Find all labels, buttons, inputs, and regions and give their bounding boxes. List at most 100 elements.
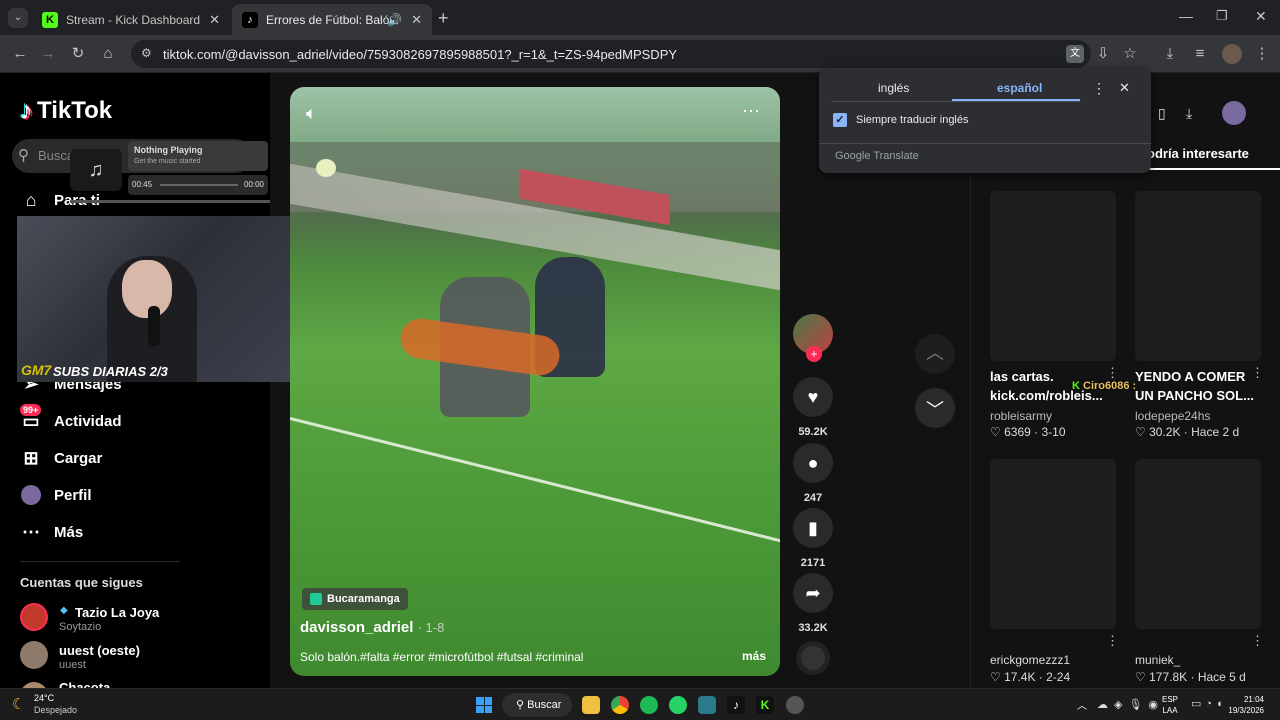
- video-card-thumbnail[interactable]: [1135, 191, 1261, 361]
- weather-widget[interactable]: ☾ 24°C Despejado: [12, 693, 102, 717]
- following-item[interactable]: uuest (oeste) uuest: [20, 641, 220, 675]
- bookmark-star-icon[interactable]: ☆: [1120, 44, 1140, 64]
- card-author[interactable]: muniek_: [1135, 653, 1180, 667]
- minimize-button[interactable]: —: [1179, 8, 1193, 24]
- always-translate-label: Siempre traducir inglés: [856, 114, 969, 126]
- tiktok-logo[interactable]: ♪ TikTok: [20, 95, 112, 126]
- video-card-thumbnail[interactable]: [990, 191, 1116, 361]
- install-app-icon[interactable]: ⇩: [1093, 44, 1113, 64]
- address-bar[interactable]: ⚙ tiktok.com/@davisson_adriel/video/7593…: [131, 40, 1091, 68]
- video-player[interactable]: 🔈︎ ⋯ Bucaramanga davisson_adriel · 1-8 S…: [290, 87, 780, 676]
- card-author[interactable]: erickgomezzz1: [990, 653, 1070, 667]
- kick-icon[interactable]: K: [756, 696, 774, 714]
- media-control-icon[interactable]: ≡: [1190, 44, 1210, 64]
- nav-upload[interactable]: ⊞ Cargar: [20, 447, 102, 469]
- menu-dots-icon[interactable]: ⋮: [1252, 44, 1272, 64]
- app-icon[interactable]: [698, 696, 716, 714]
- phone-icon[interactable]: ▯: [1158, 105, 1166, 122]
- card-title[interactable]: YENDO A COMER UN PANCHO SOL...: [1135, 367, 1260, 405]
- taskbar-search[interactable]: ⚲ Buscar: [502, 693, 572, 717]
- new-tab-button[interactable]: +: [438, 8, 449, 29]
- save-button[interactable]: ▮ 2171: [793, 508, 833, 569]
- clock[interactable]: 21:04 19/3/2026: [1226, 694, 1264, 716]
- card-menu-icon[interactable]: ⋮: [1251, 633, 1264, 649]
- back-icon[interactable]: ←: [10, 44, 30, 64]
- creator-avatar[interactable]: +: [793, 314, 833, 362]
- spotify-icon[interactable]: [640, 696, 658, 714]
- tab-source-language[interactable]: inglés: [878, 81, 909, 95]
- video-card-thumbnail[interactable]: [990, 459, 1116, 629]
- download-icon[interactable]: ⤓: [1186, 105, 1192, 122]
- like-button[interactable]: ♥ 59.2K: [793, 377, 833, 438]
- search-icon: ⚲: [18, 147, 29, 164]
- options-menu-icon[interactable]: ⋮: [1092, 80, 1106, 97]
- previous-video-button[interactable]: ︿: [915, 334, 955, 374]
- video-menu-icon[interactable]: ⋯: [742, 101, 760, 122]
- gm7-logo: GM7: [21, 362, 52, 378]
- video-card-thumbnail[interactable]: [1135, 459, 1261, 629]
- avatar[interactable]: [1222, 101, 1246, 125]
- app-icon[interactable]: [786, 696, 804, 714]
- profile-icon: [20, 484, 42, 506]
- close-icon[interactable]: ✕: [1119, 80, 1130, 96]
- reload-icon[interactable]: ↻: [68, 44, 88, 64]
- downloads-icon[interactable]: ⤓: [1160, 44, 1180, 64]
- ball: [316, 159, 336, 177]
- maximize-button[interactable]: ❐: [1216, 8, 1228, 24]
- tray-chevron-icon[interactable]: ︿: [1077, 697, 1087, 712]
- search-icon: ⚲: [516, 699, 525, 711]
- chrome-icon[interactable]: [611, 696, 629, 714]
- windows-start-icon[interactable]: [476, 697, 492, 713]
- comment-icon: ●: [793, 443, 833, 483]
- nav-activity[interactable]: ▭ 99+ Actividad: [20, 404, 122, 432]
- site-info-icon[interactable]: ⚙: [141, 46, 152, 60]
- tray-icons[interactable]: ☁◈🎙︎◉: [1097, 698, 1164, 711]
- file-explorer-icon[interactable]: [582, 696, 600, 714]
- field-line: [290, 417, 780, 566]
- forward-icon[interactable]: →: [38, 44, 58, 64]
- card-stats: ♡ 177.8K · Hace 5 d: [1135, 670, 1246, 684]
- video-author[interactable]: davisson_adriel · 1-8: [300, 619, 444, 636]
- tiktok-icon[interactable]: ♪: [727, 696, 745, 714]
- next-video-button[interactable]: ﹀: [915, 388, 955, 428]
- tab-target-language[interactable]: español: [997, 81, 1042, 95]
- mute-icon[interactable]: 🔈︎: [306, 103, 317, 124]
- avatar: [796, 641, 830, 675]
- network-volume-icons[interactable]: ▭◔◖: [1191, 697, 1227, 710]
- whatsapp-icon[interactable]: [669, 696, 687, 714]
- music-disc[interactable]: [793, 641, 833, 675]
- location-tag[interactable]: Bucaramanga: [302, 588, 408, 610]
- streamer-head: [122, 260, 172, 318]
- card-menu-icon[interactable]: ⋮: [1106, 633, 1119, 649]
- follow-plus-icon[interactable]: +: [806, 346, 822, 362]
- card-stats: ♡ 30.2K · Hace 2 d: [1135, 425, 1240, 439]
- close-icon[interactable]: ✕: [209, 12, 220, 28]
- following-item[interactable]: Chacota: [20, 678, 220, 688]
- tab-search-button[interactable]: ⌄: [8, 8, 28, 28]
- tab-tiktok-video[interactable]: ♪ Errores de Fútbol: Balón qu 🔊 ✕: [232, 4, 432, 35]
- comment-button[interactable]: ● 247: [793, 443, 833, 504]
- language-indicator[interactable]: ESP LAA: [1162, 694, 1178, 716]
- nav-profile[interactable]: Perfil: [20, 484, 92, 506]
- tab-kick-dashboard[interactable]: K Stream - Kick Dashboard ✕: [32, 4, 230, 35]
- card-author[interactable]: lodepepe24hs: [1135, 409, 1210, 423]
- share-button[interactable]: ➦ 33.2K: [793, 573, 833, 634]
- close-window-button[interactable]: ✕: [1255, 8, 1267, 25]
- card-menu-icon[interactable]: ⋮: [1106, 365, 1119, 381]
- home-icon[interactable]: ⌂: [98, 44, 118, 64]
- activity-icon: ▭ 99+: [20, 404, 42, 432]
- recommend-underline: [1134, 168, 1280, 170]
- speaker-icon[interactable]: 🔊: [387, 13, 402, 27]
- always-translate-checkbox[interactable]: ✓: [833, 113, 847, 127]
- webcam-overlay: GM7 SUBS DIARIAS 2/3: [17, 216, 316, 382]
- close-icon[interactable]: ✕: [411, 12, 422, 28]
- card-menu-icon[interactable]: ⋮: [1251, 365, 1264, 381]
- profile-avatar[interactable]: [1222, 44, 1242, 64]
- following-item[interactable]: ◆ Tazio La Joya Soytazio: [20, 603, 220, 637]
- more-link[interactable]: más: [742, 649, 766, 663]
- translate-icon[interactable]: 文: [1066, 45, 1084, 63]
- location-icon: [310, 593, 322, 605]
- card-author[interactable]: robleisarmy: [990, 409, 1052, 423]
- nav-more[interactable]: ⋯ Más: [20, 521, 83, 543]
- translate-popup: inglés español ⋮ ✕ ✓ Siempre traducir in…: [819, 68, 1151, 173]
